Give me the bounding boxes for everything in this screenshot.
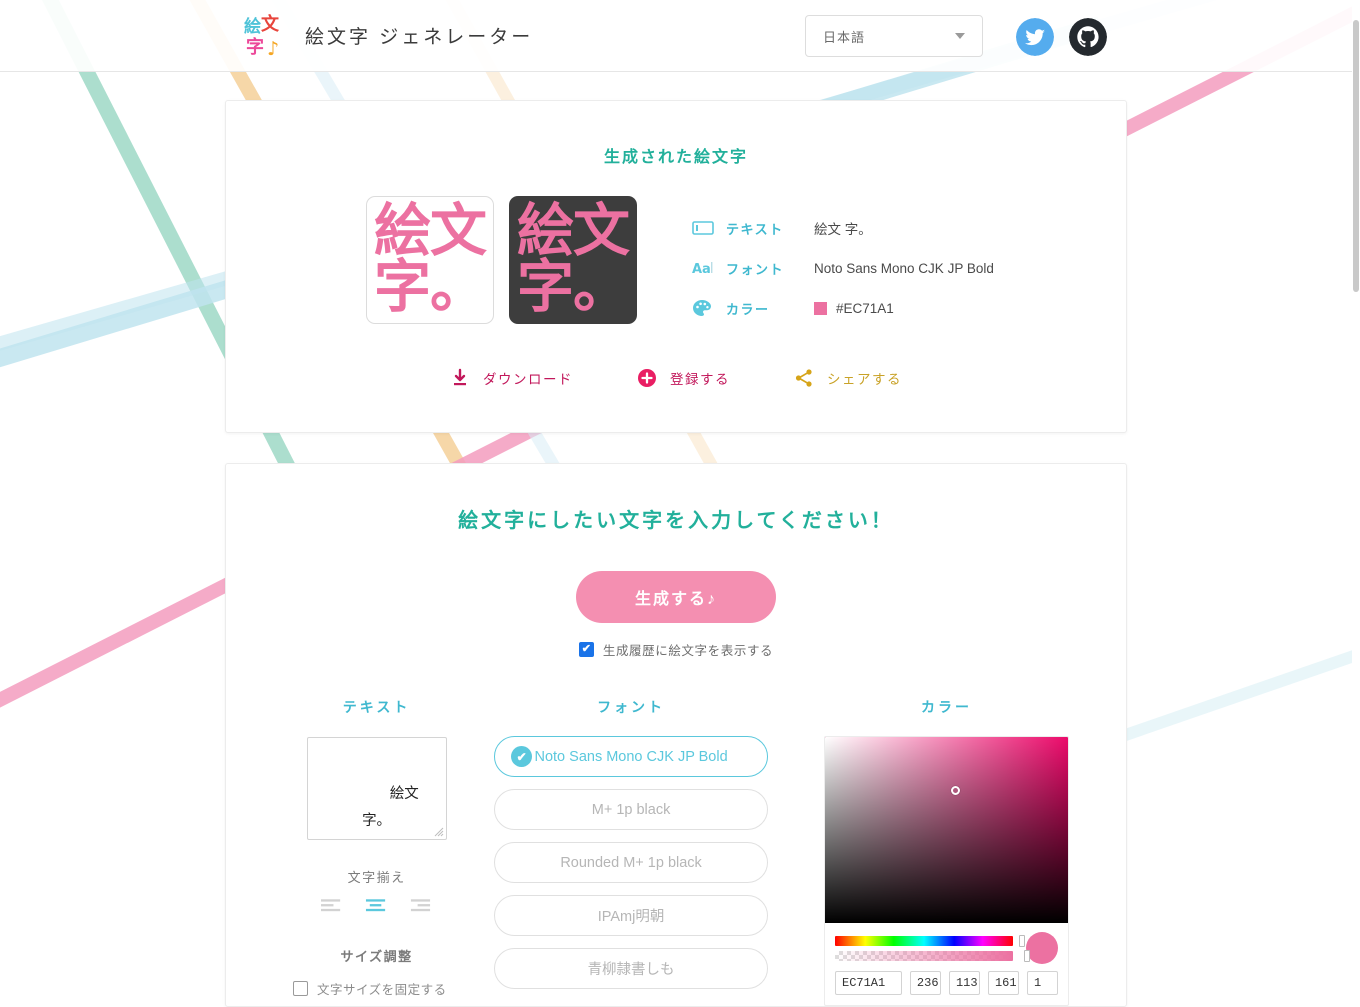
font-option-4-label: 青柳隷書しも <box>587 962 675 978</box>
font-option-0-label: Noto Sans Mono CJK JP Bold <box>534 748 728 765</box>
action-links: ダウンロード 登録する シェアする <box>226 368 1126 388</box>
preview-row: 絵文 字。 絵文 字。 テキスト 絵文 字。 Aa フォント Noto Sans… <box>226 196 1126 328</box>
resize-grip-icon[interactable] <box>432 825 444 837</box>
alpha-input[interactable]: 1 <box>1026 971 1058 995</box>
font-option-4[interactable]: 青柳隷書しも <box>494 948 768 989</box>
font-column-heading: フォント <box>597 699 666 715</box>
font-option-1-label: M+ 1p black <box>591 801 671 818</box>
download-button[interactable]: ダウンロード <box>450 368 573 388</box>
hue-slider[interactable] <box>835 934 1025 947</box>
align-right-icon[interactable] <box>409 898 432 914</box>
share-label: シェアする <box>827 372 902 387</box>
emoji-text-input-value: 絵文 字。 <box>362 785 419 829</box>
emoji-preview-dark-text: 絵文 字。 <box>517 198 630 320</box>
sv-selector-dot[interactable] <box>951 786 960 795</box>
page-title: 絵文字 ジェネレーター <box>305 27 534 48</box>
meta-value-text: 絵文 字。 <box>814 222 872 237</box>
color-hex-text: #EC71A1 <box>836 300 894 316</box>
font-option-1[interactable]: M+ 1p black <box>494 789 768 830</box>
font-option-0[interactable]: ✔ Noto Sans Mono CJK JP Bold <box>494 736 768 777</box>
emoji-gen-logo[interactable]: 絵 文 字 ♪ <box>243 13 289 59</box>
slider-zone <box>825 923 1068 971</box>
social-links <box>1016 18 1107 56</box>
font-list: ✔ Noto Sans Mono CJK JP Bold M+ 1p black… <box>494 736 768 989</box>
svg-text:字: 字 <box>246 36 264 58</box>
fix-size-checkbox-row[interactable]: 文字サイズを固定する <box>283 979 470 998</box>
chevron-down-icon <box>955 33 965 39</box>
size-heading: サイズ調整 <box>340 949 413 964</box>
meta-row-text: テキスト 絵文 字。 <box>692 208 994 248</box>
fix-size-checkbox[interactable] <box>293 981 308 996</box>
saturation-value-area[interactable] <box>825 737 1068 923</box>
register-label: 登録する <box>670 372 730 387</box>
svg-text:♪: ♪ <box>267 38 279 59</box>
meta-label-font: フォント <box>726 261 785 277</box>
palette-icon <box>692 297 718 319</box>
hex-input[interactable]: EC71A1 <box>835 971 902 995</box>
green-input[interactable]: 113 <box>948 971 980 995</box>
text-field-icon <box>692 217 718 239</box>
meta-row-font: Aa フォント Noto Sans Mono CJK JP Bold <box>692 248 994 288</box>
svg-text:文: 文 <box>261 13 280 35</box>
register-button[interactable]: 登録する <box>637 368 730 388</box>
meta-value-color: #EC71A1 <box>814 301 894 316</box>
font-option-3-label: IPAmj明朝 <box>597 909 665 925</box>
emoji-preview-light-text: 絵文 字。 <box>374 198 487 320</box>
download-icon <box>454 368 466 386</box>
input-card: 絵文字にしたい文字を入力してください！ 生成する♪ ✔ 生成履歴に絵文字を表示す… <box>225 463 1127 1007</box>
align-options <box>283 898 470 914</box>
share-button[interactable]: シェアする <box>794 368 902 388</box>
color-preview-dot <box>1026 932 1058 964</box>
blue-input[interactable]: 161 <box>987 971 1019 995</box>
input-card-title: 絵文字にしたい文字を入力してください！ <box>458 510 894 532</box>
generate-button[interactable]: 生成する♪ <box>576 571 776 623</box>
font-option-2-label: Rounded M+ 1p black <box>560 854 702 871</box>
font-aa-icon: Aa <box>692 257 718 279</box>
text-column-heading: テキスト <box>342 699 411 715</box>
meta-label-text: テキスト <box>726 221 784 237</box>
meta-row-color: カラー #EC71A1 <box>692 288 994 328</box>
language-select-value: 日本語 <box>823 29 866 45</box>
svg-text:Aa: Aa <box>692 262 711 276</box>
history-checkbox[interactable]: ✔ <box>578 642 594 657</box>
result-card-title: 生成された絵文字 <box>603 149 748 166</box>
alpha-slider[interactable] <box>835 949 1030 962</box>
fix-size-label: 文字サイズを固定する <box>317 983 447 997</box>
red-input[interactable]: 236 <box>909 971 941 995</box>
check-circle-icon: ✔ <box>511 746 533 767</box>
download-label: ダウンロード <box>483 372 573 387</box>
github-icon[interactable] <box>1069 18 1107 56</box>
align-center-icon[interactable] <box>365 898 388 914</box>
hue-slider-handle[interactable] <box>1019 934 1025 947</box>
emoji-preview-dark[interactable]: 絵文 字。 <box>509 196 637 324</box>
history-checkbox-label: 生成履歴に絵文字を表示する <box>602 644 774 658</box>
app-header: 絵 文 字 ♪ 絵文字 ジェネレーター 日本語 <box>0 0 1352 72</box>
meta-value-font: Noto Sans Mono CJK JP Bold <box>814 260 994 276</box>
color-swatch <box>814 301 827 315</box>
plus-circle-icon <box>638 369 656 387</box>
color-fields: EC71A1 236 113 161 1 <box>825 971 1068 1005</box>
svg-text:絵: 絵 <box>244 16 261 37</box>
emoji-preview-light[interactable]: 絵文 字。 <box>366 196 494 324</box>
scrollbar-thumb[interactable] <box>1353 20 1359 292</box>
font-option-2[interactable]: Rounded M+ 1p black <box>494 842 768 883</box>
twitter-icon[interactable] <box>1016 18 1054 56</box>
emoji-meta-list: テキスト 絵文 字。 Aa フォント Noto Sans Mono CJK JP… <box>692 196 994 328</box>
font-option-3[interactable]: IPAmj明朝 <box>494 895 768 936</box>
meta-label-color: カラー <box>726 301 770 317</box>
page-scrollbar[interactable] <box>1352 0 1360 960</box>
check-icon: ✔ <box>581 643 591 655</box>
color-column-heading: カラー <box>921 699 972 715</box>
generated-emoji-card: 生成された絵文字 絵文 字。 絵文 字。 テキスト 絵文 字。 Aa フォント … <box>225 100 1127 433</box>
share-icon <box>795 369 812 387</box>
emoji-text-input[interactable]: 絵文 字。 <box>306 737 447 840</box>
align-left-icon[interactable] <box>321 898 344 914</box>
language-select[interactable]: 日本語 <box>805 15 983 57</box>
history-checkbox-row[interactable]: ✔ 生成履歴に絵文字を表示する <box>226 640 1126 659</box>
color-picker: EC71A1 236 113 161 1 <box>824 736 1069 1006</box>
sv-black-layer <box>825 737 1068 923</box>
